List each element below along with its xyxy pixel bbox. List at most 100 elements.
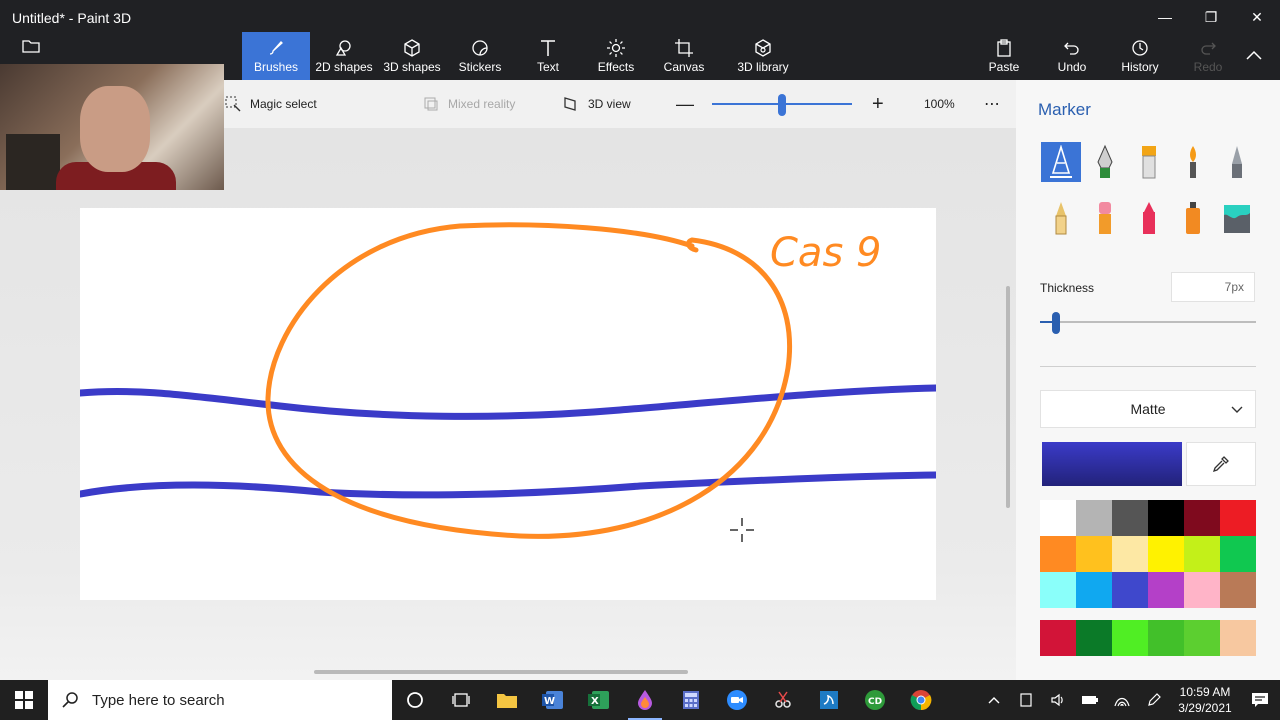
color-swatch[interactable] [1076, 620, 1112, 656]
chevron-up-icon [1246, 50, 1262, 60]
taskbar-excel[interactable]: X [576, 680, 622, 720]
battery-button[interactable] [1074, 680, 1106, 720]
color-swatch[interactable] [1112, 536, 1148, 572]
brush-oil[interactable] [1129, 142, 1169, 182]
pen-icon [1148, 693, 1161, 706]
thickness-value-input[interactable]: 7px [1171, 272, 1255, 302]
taskbar-file-explorer[interactable] [484, 680, 530, 720]
taskbar-paint-3d[interactable] [622, 680, 668, 720]
color-swatch[interactable] [1184, 572, 1220, 608]
color-swatch[interactable] [1184, 620, 1220, 656]
color-swatch[interactable] [1220, 500, 1256, 536]
color-swatch[interactable] [1220, 572, 1256, 608]
thickness-slider-thumb[interactable] [1052, 312, 1060, 334]
color-swatch[interactable] [1076, 500, 1112, 536]
history-button[interactable]: History [1106, 32, 1174, 80]
color-swatch[interactable] [1040, 620, 1076, 656]
more-options-button[interactable]: ⋯ [984, 80, 1000, 128]
magic-select-button[interactable]: Magic select [224, 80, 317, 128]
color-swatch[interactable] [1112, 620, 1148, 656]
color-swatch[interactable] [1148, 572, 1184, 608]
zoom-out-button[interactable]: — [676, 80, 694, 128]
color-swatch[interactable] [1184, 536, 1220, 572]
tray-device-button[interactable] [1010, 680, 1042, 720]
menu-folder-icon[interactable] [22, 38, 46, 58]
taskbar-zoom[interactable] [714, 680, 760, 720]
taskbar-search-box[interactable]: Type here to search [48, 680, 392, 720]
horizontal-scrollbar[interactable] [314, 670, 688, 674]
current-color-swatch[interactable] [1042, 442, 1182, 486]
undo-icon [1064, 42, 1079, 55]
action-center-button[interactable] [1240, 680, 1280, 720]
brush-calligraphy-pen[interactable] [1085, 142, 1125, 182]
text-icon [541, 40, 555, 56]
taskbar-chrome[interactable] [898, 680, 944, 720]
color-swatch[interactable] [1184, 500, 1220, 536]
color-swatch[interactable] [1076, 572, 1112, 608]
vertical-scrollbar[interactable] [1006, 286, 1010, 508]
volume-button[interactable] [1042, 680, 1074, 720]
color-swatch[interactable] [1220, 536, 1256, 572]
taskbar-snipping-tool[interactable] [760, 680, 806, 720]
tool-2d-shapes[interactable]: 2D shapes [310, 32, 378, 80]
pen-button[interactable] [1138, 680, 1170, 720]
canvas-icon [675, 39, 693, 57]
3d-view-icon [564, 97, 576, 111]
brush-pencil[interactable] [1041, 198, 1081, 238]
color-swatch[interactable] [1040, 572, 1076, 608]
finish-dropdown[interactable]: Matte [1040, 390, 1256, 428]
zoom-in-button[interactable]: + [872, 80, 884, 128]
tool-3d-shapes[interactable]: 3D shapes [378, 32, 446, 80]
minimize-button[interactable]: — [1142, 0, 1188, 34]
collapse-ribbon-button[interactable] [1244, 48, 1268, 68]
tool-text[interactable]: Text [514, 32, 582, 80]
canvas-strokes: Cas 9 [80, 222, 936, 542]
wifi-button[interactable] [1106, 680, 1138, 720]
color-swatch[interactable] [1220, 620, 1256, 656]
start-button[interactable] [0, 680, 48, 720]
brush-pixel-pen[interactable] [1217, 142, 1257, 182]
thickness-slider-track[interactable] [1040, 321, 1256, 323]
taskbar-word[interactable]: W [530, 680, 576, 720]
color-swatch[interactable] [1112, 572, 1148, 608]
show-hidden-icons-button[interactable] [978, 680, 1010, 720]
tool-brushes[interactable]: Brushes [242, 32, 310, 80]
taskbar-calculator[interactable] [668, 680, 714, 720]
redo-icon [1201, 42, 1216, 55]
device-icon [1020, 693, 1032, 707]
color-swatch[interactable] [1040, 536, 1076, 572]
brush-watercolor[interactable] [1173, 142, 1213, 182]
restore-button[interactable]: ❐ [1188, 0, 1234, 34]
canvas-handwriting: Cas 9 [770, 230, 881, 276]
brush-marker[interactable] [1041, 142, 1081, 182]
brush-eraser[interactable] [1085, 198, 1125, 238]
cortana-button[interactable] [392, 680, 438, 720]
tool-effects[interactable]: Effects [582, 32, 650, 80]
color-swatch[interactable] [1040, 500, 1076, 536]
redo-button[interactable]: Redo [1174, 32, 1242, 80]
taskbar-solidworks[interactable] [806, 680, 852, 720]
undo-button[interactable]: Undo [1038, 32, 1106, 80]
taskbar-clock[interactable]: 10:59 AM 3/29/2021 [1170, 684, 1240, 716]
tool-3d-library[interactable]: 3D library [718, 32, 808, 80]
brush-fill[interactable] [1217, 198, 1257, 238]
mixed-reality-button[interactable]: Mixed reality [422, 80, 515, 128]
color-swatch[interactable] [1112, 500, 1148, 536]
zoom-slider-thumb[interactable] [778, 94, 786, 116]
eyedropper-button[interactable] [1186, 442, 1256, 486]
3d-view-button[interactable]: 3D view [562, 80, 631, 128]
solidworks-icon [820, 691, 838, 709]
tool-stickers[interactable]: Stickers [446, 32, 514, 80]
color-swatch[interactable] [1148, 500, 1184, 536]
task-view-button[interactable] [438, 680, 484, 720]
color-swatch[interactable] [1076, 536, 1112, 572]
color-swatch[interactable] [1148, 620, 1184, 656]
paste-button[interactable]: Paste [970, 32, 1038, 80]
tool-canvas[interactable]: Canvas [650, 32, 718, 80]
close-button[interactable]: ✕ [1234, 0, 1280, 34]
brush-icon [269, 41, 283, 55]
taskbar-cad-app[interactable]: CD [852, 680, 898, 720]
color-swatch[interactable] [1148, 536, 1184, 572]
brush-crayon[interactable] [1129, 198, 1169, 238]
brush-spray-can[interactable] [1173, 198, 1213, 238]
